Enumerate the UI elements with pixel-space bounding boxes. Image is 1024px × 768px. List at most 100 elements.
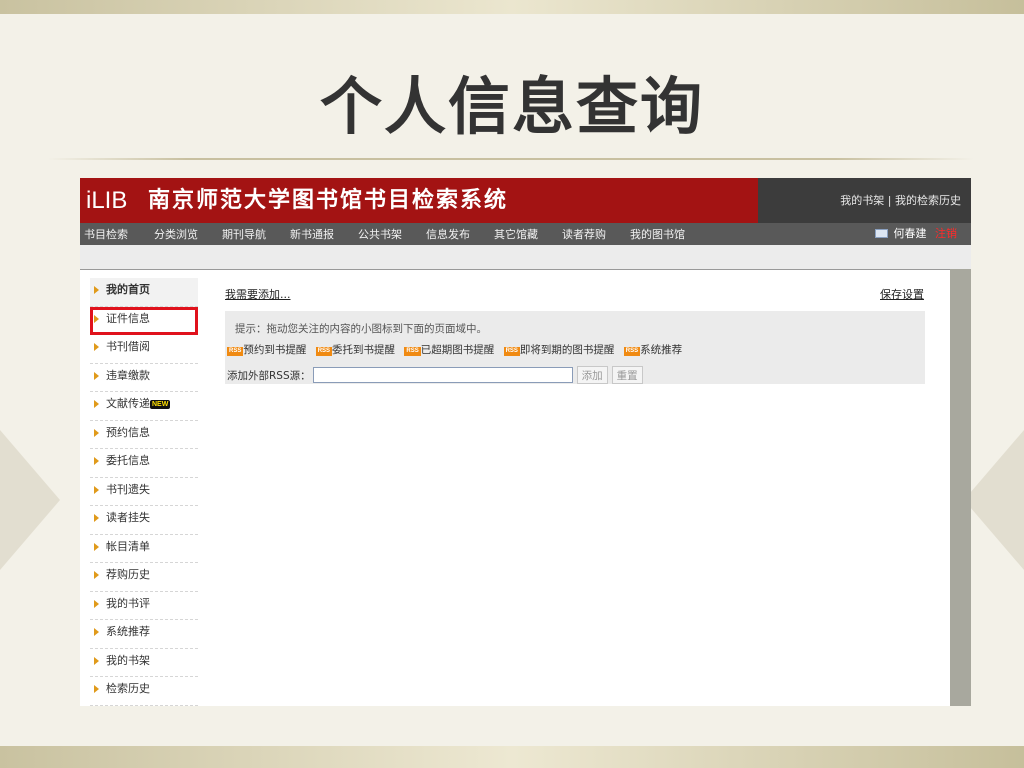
feed-system-recommend[interactable]: RSS 系统推荐	[623, 344, 683, 356]
logo-text: iLIB	[86, 187, 128, 214]
slide-title: 个人信息查询	[319, 70, 704, 143]
arrow-icon	[94, 542, 99, 551]
sidebar-item-account-statement[interactable]: 帐目清单	[90, 535, 198, 563]
reset-button[interactable]: 重置	[611, 366, 643, 384]
external-rss-row: 添加外部RSS源： 添加 重置	[227, 366, 643, 384]
rss-icon: RSS	[227, 347, 244, 356]
sidebar-item-system-recommend[interactable]: 系统推荐	[90, 620, 198, 649]
sidebar-item-card-report-lost[interactable]: 读者挂失	[90, 506, 198, 535]
sidebar-item-label: 文献传递	[106, 397, 150, 410]
nav-item-other-collections[interactable]: 其它馆藏	[490, 226, 538, 242]
arrow-icon	[94, 371, 99, 380]
slide-top-band	[0, 0, 1024, 14]
system-title: 南京师范大学图书馆书目检索系统	[148, 188, 509, 213]
search-history-link[interactable]: 我的检索历史	[895, 194, 961, 207]
sidebar-item-label: 帐目清单	[106, 539, 150, 553]
add-button[interactable]: 添加	[576, 366, 608, 384]
rss-icon: RSS	[623, 347, 641, 356]
feed-label: 已超期图书提醒	[420, 344, 495, 356]
sidebar-item-fines[interactable]: 违章缴款	[90, 364, 198, 392]
arrow-icon	[94, 685, 99, 693]
sidebar-item-label: 系统推荐	[106, 625, 150, 638]
sidebar-item-label: 检索历史	[106, 682, 150, 695]
sidebar-item-label: 书刊借阅	[106, 340, 150, 353]
sidebar-item-label: 我的书架	[106, 653, 150, 667]
my-bookshelf-link[interactable]: 我的书架	[840, 194, 884, 207]
content-area: 我的首页 证件信息 书刊借阅 违章缴款 文献传递 NEW 预约信息 委托信息 书刊…	[80, 269, 950, 706]
arrow-icon	[94, 286, 99, 294]
slide-decoration-left	[0, 430, 60, 570]
sidebar-item-label: 我的首页	[106, 283, 150, 296]
site-header: iLIB 南京师范大学图书馆书目检索系统 我的书架 | 我的检索历史	[80, 178, 971, 223]
arrow-icon	[94, 343, 99, 351]
user-name: 何春建	[893, 227, 927, 240]
library-screenshot: iLIB 南京师范大学图书馆书目检索系统 我的书架 | 我的检索历史 书目检索 …	[80, 178, 971, 706]
rss-icon: RSS	[503, 347, 520, 356]
nav-item-journal-nav[interactable]: 期刊导航	[218, 226, 266, 242]
sidebar-item-my-reviews[interactable]: 我的书评	[90, 592, 198, 620]
sidebar-item-my-shelf[interactable]: 我的书架	[90, 649, 198, 677]
feed-reservation-arrival[interactable]: RSS 预约到书提醒	[227, 344, 306, 356]
arrow-icon	[94, 656, 99, 665]
nav-item-category-browse[interactable]: 分类浏览	[150, 226, 198, 242]
sidebar-item-entrustment[interactable]: 委托信息	[90, 449, 198, 478]
rss-icon: RSS	[315, 347, 333, 356]
sidebar-item-label: 违章缴款	[106, 368, 150, 382]
save-settings-link[interactable]: 保存设置	[880, 286, 924, 302]
nav-user-area: 何春建 注销	[875, 223, 957, 245]
sidebar-item-document-delivery[interactable]: 文献传递 NEW	[90, 392, 198, 421]
arrow-icon	[94, 599, 99, 608]
slide-bottom-band	[0, 746, 1024, 768]
external-rss-label: 添加外部RSS源：	[227, 369, 311, 382]
add-content-link[interactable]: 我需要添加...	[225, 286, 291, 302]
arrow-icon	[94, 457, 99, 465]
sidebar-item-label: 书刊遗失	[106, 482, 150, 496]
nav-item-public-shelf[interactable]: 公共书架	[354, 226, 402, 242]
feed-overdue[interactable]: RSS 已超期图书提醒	[404, 344, 494, 356]
nav-item-reader-recommend[interactable]: 读者荐购	[558, 226, 606, 242]
sidebar-item-search-history[interactable]: 检索历史	[90, 677, 198, 706]
slide-decoration-right	[964, 430, 1024, 570]
sidebar-item-label: 荐购历史	[106, 568, 150, 581]
sidebar-item-label: 证件信息	[106, 311, 150, 325]
arrow-icon	[94, 514, 99, 522]
feed-label: 委托到书提醒	[332, 344, 396, 356]
sidebar-item-label: 读者挂失	[106, 511, 150, 524]
sidebar: 我的首页 证件信息 书刊借阅 违章缴款 文献传递 NEW 预约信息 委托信息 书刊…	[90, 278, 198, 706]
nav-item-announcements[interactable]: 信息发布	[422, 226, 470, 242]
sidebar-item-purchase-history[interactable]: 荐购历史	[90, 563, 198, 592]
external-rss-input[interactable]	[312, 367, 573, 383]
rss-icon: RSS	[404, 347, 421, 356]
sub-toolbar	[80, 245, 971, 269]
arrow-icon	[94, 314, 99, 323]
header-link-separator: |	[884, 194, 895, 207]
feed-due-soon[interactable]: RSS 即将到期的图书提醒	[503, 344, 615, 356]
header-links: 我的书架 | 我的检索历史	[758, 178, 971, 223]
sidebar-item-label: 我的书评	[106, 596, 150, 610]
sidebar-item-card-info[interactable]: 证件信息	[90, 306, 198, 335]
sidebar-item-borrowing[interactable]: 书刊借阅	[90, 335, 198, 364]
sidebar-item-lost-books[interactable]: 书刊遗失	[90, 478, 198, 506]
message-icon[interactable]	[875, 229, 888, 238]
sidebar-item-reservations[interactable]: 预约信息	[90, 421, 198, 449]
new-badge: NEW	[150, 400, 171, 409]
arrow-icon	[94, 485, 99, 494]
arrow-icon	[94, 428, 99, 437]
arrow-icon	[94, 571, 99, 579]
feed-label: 即将到期的图书提醒	[519, 344, 615, 356]
arrow-icon	[94, 628, 99, 636]
nav-item-catalog-search[interactable]: 书目检索	[80, 226, 128, 242]
sidebar-item-home[interactable]: 我的首页	[90, 278, 198, 307]
feed-list: RSS 预约到书提醒 RSS 委托到书提醒 RSS 已超期图书提醒 RSS 即将到期的图…	[227, 342, 688, 357]
frame-edge	[950, 269, 971, 706]
drag-hint: 提示：拖动您关注的内容的小图标到下面的页面域中。	[235, 323, 487, 335]
nav-item-new-books[interactable]: 新书通报	[286, 226, 334, 242]
ilib-logo: iLIB	[86, 184, 127, 218]
feed-entrust-arrival[interactable]: RSS 委托到书提醒	[315, 344, 396, 356]
logout-link[interactable]: 注销	[935, 227, 957, 240]
feed-label: 系统推荐	[640, 344, 683, 356]
nav-item-my-library[interactable]: 我的图书馆	[626, 226, 685, 242]
arrow-icon	[94, 400, 99, 408]
feed-label: 预约到书提醒	[243, 344, 307, 356]
feed-panel: 提示：拖动您关注的内容的小图标到下面的页面域中。 RSS 预约到书提醒 RSS 委托…	[225, 311, 925, 384]
